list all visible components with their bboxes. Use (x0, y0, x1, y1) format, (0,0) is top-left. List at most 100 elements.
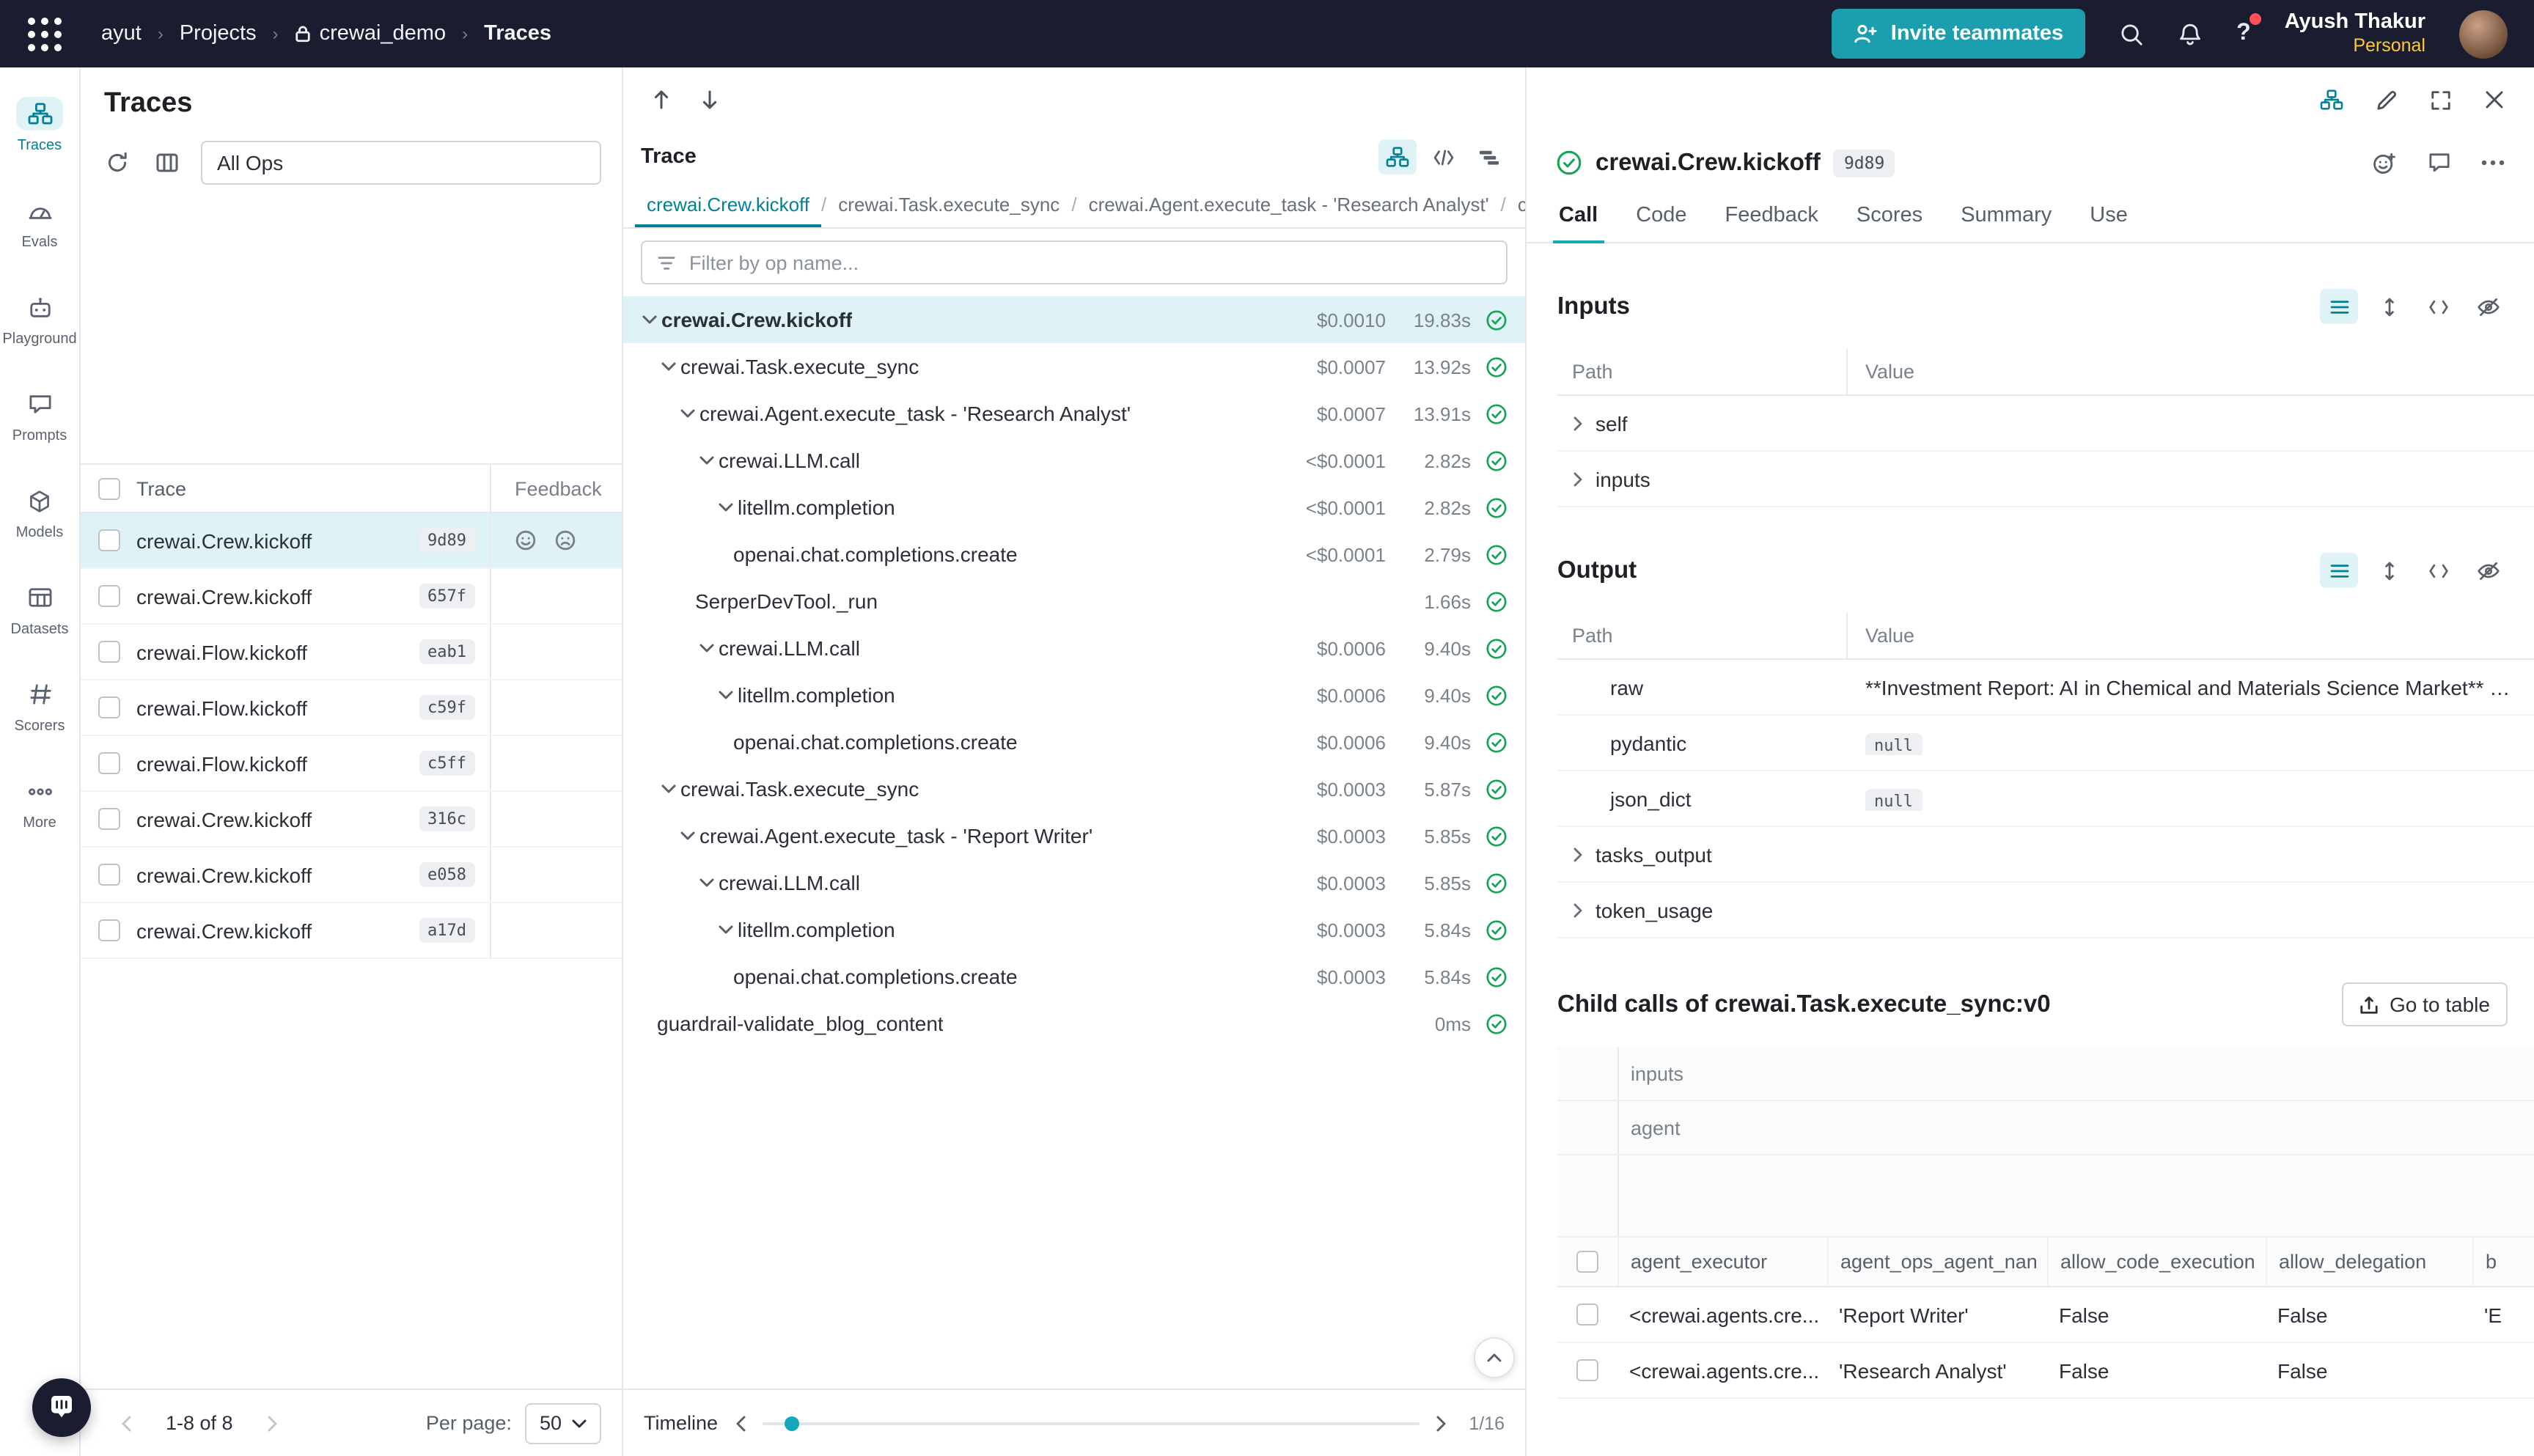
trace-tree-row[interactable]: guardrail-validate_blog_content0ms (623, 1000, 1525, 1047)
kv-row[interactable]: pydanticnull (1557, 716, 2534, 771)
row-checkbox[interactable] (81, 625, 136, 679)
trace-tree-row[interactable]: openai.chat.completions.create$0.00035.8… (623, 953, 1525, 1000)
child-call-row[interactable]: <crewai.agents.cre...'Report Writer'Fals… (1557, 1287, 2534, 1343)
user-menu[interactable]: Ayush Thakur Personal (2285, 10, 2425, 58)
select-all-checkbox[interactable] (1557, 1238, 1617, 1286)
invite-teammates-button[interactable]: Invite teammates (1832, 9, 2085, 59)
trace-table-row[interactable]: crewai.Crew.kickoffa17d (81, 903, 622, 959)
caret-down-icon[interactable] (638, 315, 661, 324)
child-call-row[interactable]: <crewai.agents.cre...'Research Analyst'F… (1557, 1343, 2534, 1399)
expand-row-toggle[interactable]: self (1557, 411, 1848, 435)
op-filter-box[interactable] (641, 240, 1507, 284)
list-view-icon[interactable] (2320, 289, 2358, 324)
tab-scores[interactable]: Scores (1837, 188, 1942, 242)
breadcrumb-entity[interactable]: ayut (101, 22, 142, 45)
call-id-badge[interactable]: 9d89 (1834, 149, 1895, 177)
tree-breadcrumb-item[interactable]: crewai.LLM.cal (1506, 182, 1525, 227)
tab-summary[interactable]: Summary (1942, 188, 2071, 242)
caret-down-icon[interactable] (714, 503, 738, 512)
tree-breadcrumb-item[interactable]: crewai.Task.execute_sync (826, 182, 1071, 227)
expand-row-toggle[interactable]: token_usage (1557, 898, 1848, 922)
previous-call-arrow-up-icon[interactable] (653, 89, 670, 110)
nav-item-traces[interactable]: Traces (0, 85, 79, 182)
column-header[interactable]: allow_code_execution (2047, 1238, 2266, 1286)
caret-down-icon[interactable] (714, 925, 738, 934)
column-header[interactable]: allow_delegation (2266, 1238, 2472, 1286)
caret-down-icon[interactable] (676, 831, 699, 840)
column-header[interactable]: b (2472, 1238, 2534, 1286)
caret-down-icon[interactable] (657, 784, 680, 793)
tree-view-icon[interactable] (1378, 139, 1417, 174)
trace-table-row[interactable]: crewai.Crew.kickoff316c (81, 792, 622, 848)
edit-pencil-icon[interactable] (2376, 89, 2398, 111)
go-to-table-button[interactable]: Go to table (2341, 982, 2508, 1026)
split-view-icon[interactable] (2320, 89, 2343, 110)
timeline-prev-icon[interactable] (734, 1414, 746, 1432)
next-call-arrow-down-icon[interactable] (701, 89, 719, 110)
trace-tree-row[interactable]: openai.chat.completions.create$0.00069.4… (623, 718, 1525, 765)
kv-row[interactable]: json_dictnull (1557, 771, 2534, 827)
select-all-checkbox[interactable] (81, 465, 136, 512)
caret-down-icon[interactable] (695, 878, 719, 887)
trace-op-name[interactable]: crewai.Flow.kickoff (136, 640, 307, 663)
nav-item-more[interactable]: More (0, 762, 79, 859)
avatar[interactable] (2459, 10, 2508, 58)
trace-op-name[interactable]: crewai.Flow.kickoff (136, 751, 307, 775)
timeline-slider-handle[interactable] (785, 1416, 799, 1430)
nav-item-models[interactable]: Models (0, 472, 79, 569)
timeline-slider[interactable] (762, 1422, 1420, 1424)
breadcrumb-projects[interactable]: Projects (180, 22, 257, 45)
comment-icon[interactable] (2428, 152, 2450, 173)
row-checkbox[interactable] (81, 513, 136, 567)
trace-table-row[interactable]: crewai.Crew.kickoffe058 (81, 848, 622, 903)
per-page-select[interactable]: 50 (525, 1402, 601, 1444)
hide-values-eye-icon[interactable] (2469, 289, 2508, 324)
hide-values-eye-icon[interactable] (2469, 553, 2508, 588)
nav-item-playground[interactable]: Playground (0, 279, 79, 375)
nav-item-prompts[interactable]: Prompts (0, 375, 79, 472)
expand-row-toggle[interactable]: tasks_output (1557, 842, 1848, 866)
trace-tree-row[interactable]: litellm.completion<$0.00012.82s (623, 484, 1525, 531)
tab-use[interactable]: Use (2071, 188, 2147, 242)
timeline-next-icon[interactable] (1436, 1414, 1447, 1432)
thumbs-down-frowny-icon[interactable] (554, 529, 576, 551)
trace-tree-row[interactable]: crewai.Task.execute_sync$0.00035.87s (623, 765, 1525, 812)
code-json-icon[interactable] (2420, 289, 2458, 324)
trace-tree-row[interactable]: crewai.Agent.execute_task - 'Report Writ… (623, 812, 1525, 859)
next-page-icon[interactable] (257, 1414, 289, 1432)
trace-tree-row[interactable]: crewai.LLM.call$0.00035.85s (623, 859, 1525, 906)
column-settings-icon[interactable] (151, 147, 183, 179)
trace-tree-row[interactable]: crewai.Crew.kickoff$0.001019.83s (623, 296, 1525, 343)
row-checkbox[interactable] (81, 736, 136, 790)
notifications-bell-icon[interactable] (2178, 21, 2203, 46)
tree-breadcrumb-item[interactable]: crewai.Agent.execute_task - 'Research An… (1077, 182, 1501, 227)
caret-down-icon[interactable] (695, 456, 719, 465)
caret-down-icon[interactable] (676, 409, 699, 418)
trace-op-name[interactable]: crewai.Crew.kickoff (136, 807, 312, 831)
tab-call[interactable]: Call (1540, 188, 1617, 242)
help-icon[interactable]: ? (2236, 21, 2251, 47)
trace-op-name[interactable]: crewai.Crew.kickoff (136, 584, 312, 608)
code-view-icon[interactable] (1424, 139, 1462, 174)
kv-row[interactable]: token_usage (1557, 883, 2534, 938)
trace-tree-row[interactable]: litellm.completion$0.00069.40s (623, 672, 1525, 718)
nav-item-scorers[interactable]: Scorers (0, 666, 79, 762)
kv-row[interactable]: tasks_output (1557, 827, 2534, 883)
row-checkbox[interactable] (1557, 1343, 1617, 1397)
tab-code[interactable]: Code (1617, 188, 1705, 242)
add-reaction-icon[interactable] (2373, 152, 2398, 174)
trace-tree-row[interactable]: crewai.LLM.call$0.00069.40s (623, 625, 1525, 672)
kv-row[interactable]: self (1557, 396, 2534, 452)
trace-tree-row[interactable]: SerperDevTool._run1.66s (623, 578, 1525, 625)
trace-op-name[interactable]: crewai.Crew.kickoff (136, 863, 312, 886)
caret-down-icon[interactable] (714, 691, 738, 699)
code-json-icon[interactable] (2420, 553, 2458, 588)
trace-op-name[interactable]: crewai.Crew.kickoff (136, 919, 312, 942)
scroll-to-top-button[interactable] (1474, 1337, 1515, 1378)
expand-row-toggle[interactable]: inputs (1557, 467, 1848, 490)
list-view-icon[interactable] (2320, 553, 2358, 588)
prev-page-icon[interactable] (110, 1414, 142, 1432)
trace-table-row[interactable]: crewai.Flow.kickoffc5ff (81, 736, 622, 792)
row-checkbox[interactable] (81, 569, 136, 623)
row-checkbox[interactable] (81, 792, 136, 846)
